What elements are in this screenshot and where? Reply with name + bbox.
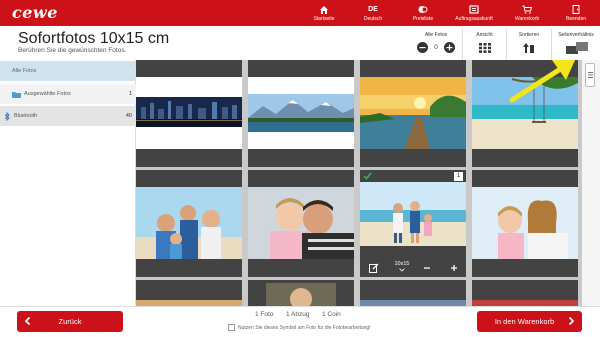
edit-hint-text: Nutzen Sie dieses Symbol am Foto für die… — [238, 325, 371, 331]
price-list-icon — [418, 5, 428, 13]
exit-icon — [572, 4, 580, 14]
plus-button[interactable] — [444, 42, 455, 53]
bluetooth-icon — [4, 111, 10, 121]
photo-tile[interactable] — [248, 280, 354, 306]
chevron-down-icon — [399, 268, 405, 272]
photo-tile-selected[interactable]: 1 10x15 — [360, 170, 466, 277]
add-to-cart-button[interactable]: In den Warenkorb — [477, 311, 582, 332]
sidebar-item-bluetooth[interactable]: Bluetooth 40 — [0, 106, 136, 126]
sidebar-item-count: 40 — [125, 113, 132, 119]
sort-control[interactable]: Sortieren — [506, 28, 551, 60]
nav-cart[interactable]: Warenkorb — [513, 0, 541, 26]
selected-count-badge: 1 — [454, 172, 463, 181]
photo-wooden-pier-sunset — [360, 77, 466, 149]
photo-city-skyline-night — [136, 77, 242, 149]
summary-prints: 1 Abzug — [286, 311, 310, 318]
add-to-cart-label: In den Warenkorb — [494, 317, 555, 326]
all-photos-label: Alle Fotos — [424, 32, 448, 38]
sidebar-item-label: Ausgewählte Fotos — [24, 91, 71, 97]
nav-language-label: Deutsch — [363, 15, 383, 22]
chevron-left-icon — [24, 316, 31, 326]
aspect-ratio-control[interactable]: Seitenverhältnis — [551, 28, 600, 60]
photo-tile[interactable] — [472, 170, 578, 277]
chevron-right-icon: › — [129, 66, 132, 76]
photo-grid: 1 10x15 — [136, 60, 582, 306]
format-selector[interactable]: 10x15 — [391, 261, 413, 275]
aspect-ratio-icon — [566, 42, 588, 54]
selected-check-icon — [363, 172, 372, 180]
sidebar-item-label: Bluetooth — [14, 113, 38, 119]
sidebar-item-label: Alle Fotos — [12, 68, 37, 74]
photo-tile[interactable] — [248, 60, 354, 167]
nav-exit[interactable]: Beenden — [564, 0, 588, 26]
pointer-arrow — [509, 60, 576, 103]
photo-tile[interactable] — [136, 60, 242, 167]
nav-order-status-label: Auftragsauskunft — [455, 15, 493, 22]
minus-button[interactable] — [417, 42, 428, 53]
view-control[interactable]: Ansicht — [462, 28, 506, 60]
sort-icon — [523, 43, 534, 53]
photo-tile[interactable] — [136, 280, 242, 306]
top-navigation-bar — [0, 0, 600, 26]
photo-mother-child-smile — [472, 187, 578, 259]
back-button[interactable]: Zurück — [17, 311, 123, 332]
summary-coins: 1 Coin — [322, 311, 341, 318]
cewe-logo: cewe — [12, 3, 58, 22]
drag-handle-icon — [588, 72, 593, 78]
photo-father-daughter-smile — [248, 187, 354, 259]
format-label: 10x15 — [394, 261, 410, 267]
photo-tile[interactable] — [248, 170, 354, 277]
nav-exit-label: Beenden — [565, 15, 587, 22]
order-status-icon — [469, 4, 479, 14]
album-sidebar: Alle Fotos › Ausgewählte Fotos 1 Bluetoo… — [0, 60, 136, 306]
nav-home[interactable]: Startseite — [313, 0, 335, 26]
sidebar-item-count: 1 — [128, 91, 132, 97]
nav-price-list-label: Preisliste — [412, 15, 434, 22]
photo-tile[interactable] — [472, 280, 578, 306]
nav-home-label: Startseite — [313, 15, 335, 22]
sidebar-item-all-photos[interactable]: Alle Fotos › — [0, 61, 136, 81]
folder-icon — [12, 91, 21, 98]
nav-order-status[interactable]: Auftragsauskunft — [454, 0, 494, 26]
photo-tile[interactable] — [136, 170, 242, 277]
sort-label: Sortieren — [518, 32, 540, 38]
all-photos-control: Alle Fotos 0 — [410, 28, 462, 60]
photo-tile[interactable] — [360, 60, 466, 167]
photo-tile[interactable] — [360, 280, 466, 306]
summary-photos: 1 Foto — [255, 311, 274, 318]
scrollbar-thumb[interactable] — [585, 63, 595, 87]
view-label: Ansicht — [476, 32, 493, 38]
chevron-right-icon — [568, 316, 575, 326]
edit-photo-icon[interactable] — [369, 263, 379, 273]
decrease-quantity-button[interactable] — [423, 264, 431, 272]
nav-price-list[interactable]: Preisliste — [411, 0, 435, 26]
grid-view-icon — [479, 43, 491, 53]
home-icon — [320, 5, 328, 14]
edit-hint-icon — [228, 324, 235, 331]
aspect-ratio-label: Seitenverhältnis — [558, 32, 594, 38]
all-photos-count: 0 — [434, 44, 438, 51]
back-button-label: Zurück — [58, 317, 82, 326]
nav-cart-label: Warenkorb — [514, 15, 540, 22]
increase-quantity-button[interactable] — [450, 264, 458, 272]
page-title: Sofortfotos 10x15 cm — [18, 30, 170, 47]
language-code: DE — [368, 5, 378, 13]
photo-family-beach-walk — [360, 182, 466, 246]
nav-language[interactable]: DE Deutsch — [361, 0, 385, 26]
photo-mountain-lake-panorama — [248, 77, 354, 149]
sidebar-item-selected-photos[interactable]: Ausgewählte Fotos 1 — [0, 84, 136, 104]
photo-family-beach-hug — [136, 187, 242, 259]
grid-scrollbar[interactable] — [582, 60, 600, 306]
page-subtitle: Berühren Sie die gewünschten Fotos. — [18, 47, 127, 54]
cart-icon — [522, 5, 532, 14]
